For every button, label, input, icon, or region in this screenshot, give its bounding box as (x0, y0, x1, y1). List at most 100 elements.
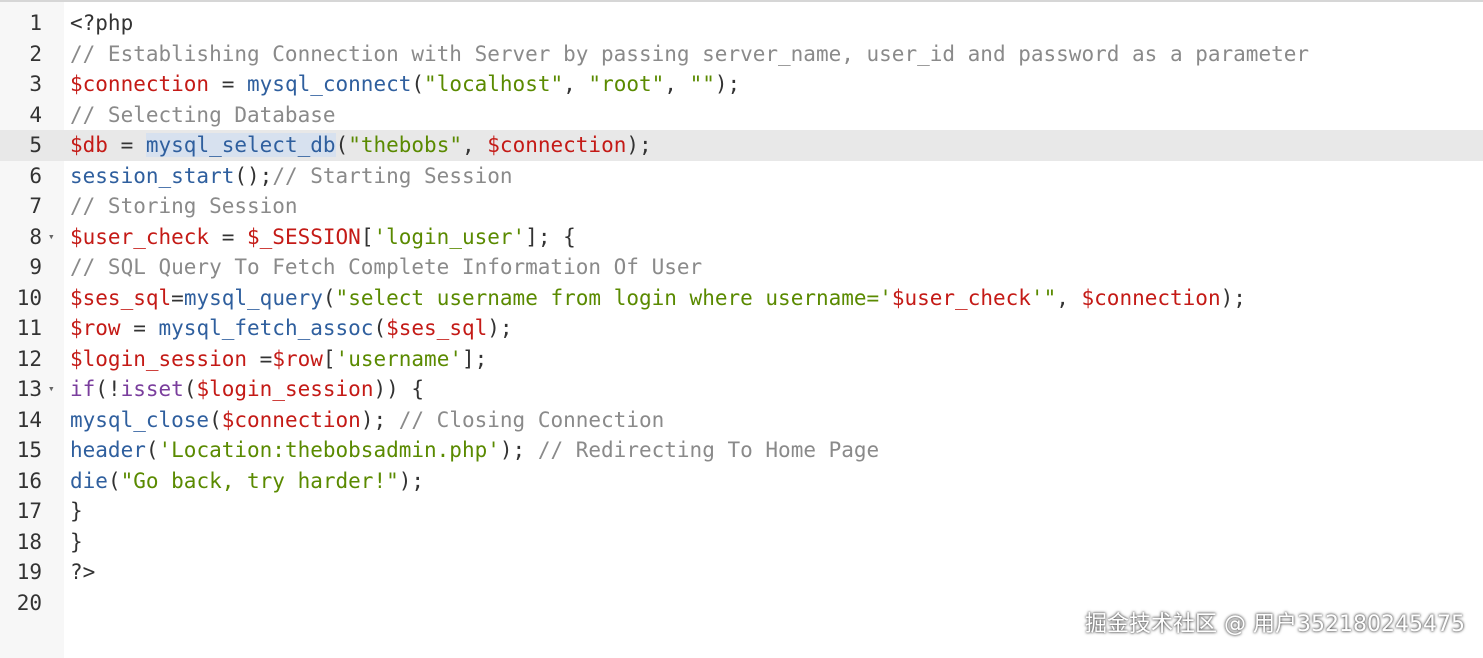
code-token-str: "localhost" (424, 72, 564, 96)
code-line[interactable]: 18} (0, 527, 1483, 558)
line-number: 14 (16, 407, 42, 432)
code-token-plain: ( (335, 133, 349, 157)
line-number: 11 (16, 316, 42, 340)
code-token-var: $ses_sql (386, 316, 488, 340)
code-line[interactable]: 4 // Selecting Database (0, 100, 1483, 131)
code-token-var: $db (70, 133, 108, 157)
code-token-plain: , (664, 72, 690, 96)
code-lines[interactable]: 1 <?php 2 // Establishing Connection with S… (0, 8, 1483, 618)
line-number: 6 (29, 163, 42, 188)
code-token-var: $user_check (891, 285, 1031, 310)
code-token-plain: ); (626, 133, 652, 157)
line-number: 7 (29, 194, 42, 218)
code-token-plain: ); (499, 438, 538, 462)
fold-arrow-icon[interactable]: ▾ (48, 222, 55, 253)
code-token-var: $row (272, 346, 323, 371)
code-token-plain: [ (360, 224, 374, 249)
code-text: // Establishing Connection with Server b… (70, 39, 1309, 70)
line-number: 2 (29, 41, 42, 66)
code-token-var: $ses_sql (70, 285, 172, 310)
code-token-plain: ?> (70, 560, 96, 584)
code-token-plain: ); (487, 316, 513, 340)
code-line[interactable]: 2 // Establishing Connection with Server … (0, 39, 1483, 70)
code-token-str: "" (689, 72, 715, 96)
code-token-var: $connection (221, 407, 361, 432)
code-token-plain: <?php (70, 11, 134, 35)
code-token-str: "Go back, try harder!" (120, 468, 399, 493)
code-token-plain: (); (234, 163, 273, 188)
code-line[interactable]: 11 $row = mysql_fetch_assoc($ses_sql); (0, 313, 1483, 344)
code-text: // Storing Session (70, 191, 298, 222)
code-token-comment: // Selecting Database (70, 102, 336, 127)
code-line[interactable]: 8 ▾ $user_check = $_SESSION['login_user'];… (0, 222, 1483, 253)
code-token-str: 'username' (335, 346, 462, 371)
code-token-plain: [ (322, 346, 336, 371)
code-line[interactable]: 16 die("Go back, try harder!"); (0, 466, 1483, 497)
code-token-var: $row (70, 316, 121, 340)
code-token-plain: ( (145, 438, 159, 462)
code-token-plain: , (461, 133, 488, 157)
code-token-str: 'login_user' (373, 224, 526, 249)
code-token-plain: ); (398, 468, 425, 493)
code-token-plain: , (1056, 285, 1082, 310)
line-number: 3 (29, 72, 42, 96)
code-token-plain: = (120, 316, 159, 340)
code-token-comment: // Establishing Connection with Server b… (70, 41, 1310, 66)
code-token-plain: = (209, 224, 248, 249)
code-line[interactable]: 7 // Storing Session (0, 191, 1483, 222)
line-number: 5 (29, 133, 42, 157)
code-token-plain: ( (411, 72, 425, 96)
code-text: <?php (70, 8, 133, 39)
line-number: 17 (16, 499, 42, 523)
code-token-plain: , (563, 72, 589, 96)
code-token-var: $connection (1081, 285, 1221, 310)
fold-arrow-icon[interactable]: ▾ (48, 374, 55, 405)
code-token-var: $login_session (196, 377, 374, 401)
code-token-var: $connection (487, 133, 627, 157)
code-token-plain: ( (183, 377, 197, 401)
code-line[interactable]: 1 <?php (0, 8, 1483, 39)
code-line[interactable]: 12 $login_session =$row['username']; (0, 344, 1483, 375)
code-token-kw: if (70, 377, 96, 401)
code-token-plain: ]; { (525, 224, 576, 249)
line-number: 16 (16, 468, 42, 493)
code-text: $connection = mysql_connect("localhost",… (70, 69, 740, 100)
code-line[interactable]: 13 ▾ if(!isset($login_session)) { (0, 374, 1483, 405)
code-token-str: "root" (588, 72, 665, 96)
code-token-str: 'Location:thebobsadmin.php' (158, 438, 500, 462)
code-token-str: "thebobs" (348, 133, 462, 157)
code-token-plain: } (70, 499, 83, 523)
code-token-comment: // Redirecting To Home Page (537, 438, 880, 462)
code-text: } (70, 527, 83, 558)
code-line[interactable]: 19 ?> (0, 557, 1483, 588)
code-text: $db = mysql_select_db("thebobs", $connec… (70, 130, 652, 161)
code-line[interactable]: 14 mysql_close($connection); // Closing C… (0, 405, 1483, 436)
code-token-func: mysql_connect (247, 72, 412, 96)
line-number: 8 (29, 224, 42, 249)
code-token-comment: // SQL Query To Fetch Complete Informati… (70, 255, 703, 279)
code-text: ?> (70, 557, 95, 588)
code-line[interactable]: 15 header('Location:thebobsadmin.php'); /… (0, 435, 1483, 466)
code-editor[interactable]: 1 <?php 2 // Establishing Connection with S… (0, 0, 1483, 658)
code-line[interactable]: 10 $ses_sql=mysql_query("select username … (0, 283, 1483, 314)
code-text: // Selecting Database (70, 100, 336, 131)
code-line[interactable]: 9 // SQL Query To Fetch Complete Informat… (0, 252, 1483, 283)
line-number: 19 (16, 560, 42, 584)
code-text: $row = mysql_fetch_assoc($ses_sql); (70, 313, 513, 344)
code-token-func: session_start (70, 163, 235, 188)
code-token-comment: // Storing Session (70, 194, 298, 218)
code-token-str: "select username from login where userna… (335, 285, 892, 310)
code-line[interactable]: 6 session_start();// Starting Session (0, 161, 1483, 192)
code-token-func: mysql_close (70, 407, 210, 432)
line-number: 13 (16, 377, 42, 401)
code-line[interactable]: 3 $connection = mysql_connect("localhost"… (0, 69, 1483, 100)
code-line[interactable]: 17} (0, 496, 1483, 527)
code-line[interactable]: 5 $db = mysql_select_db("thebobs", $conne… (0, 130, 1483, 161)
code-text: die("Go back, try harder!"); (70, 466, 424, 497)
code-token-func: die (70, 468, 108, 493)
code-token-kw: isset (120, 377, 184, 401)
code-token-plain: = (247, 346, 273, 371)
code-token-plain: (! (95, 377, 121, 401)
code-token-plain: ( (373, 316, 387, 340)
code-token-comment: // Starting Session (272, 163, 513, 188)
